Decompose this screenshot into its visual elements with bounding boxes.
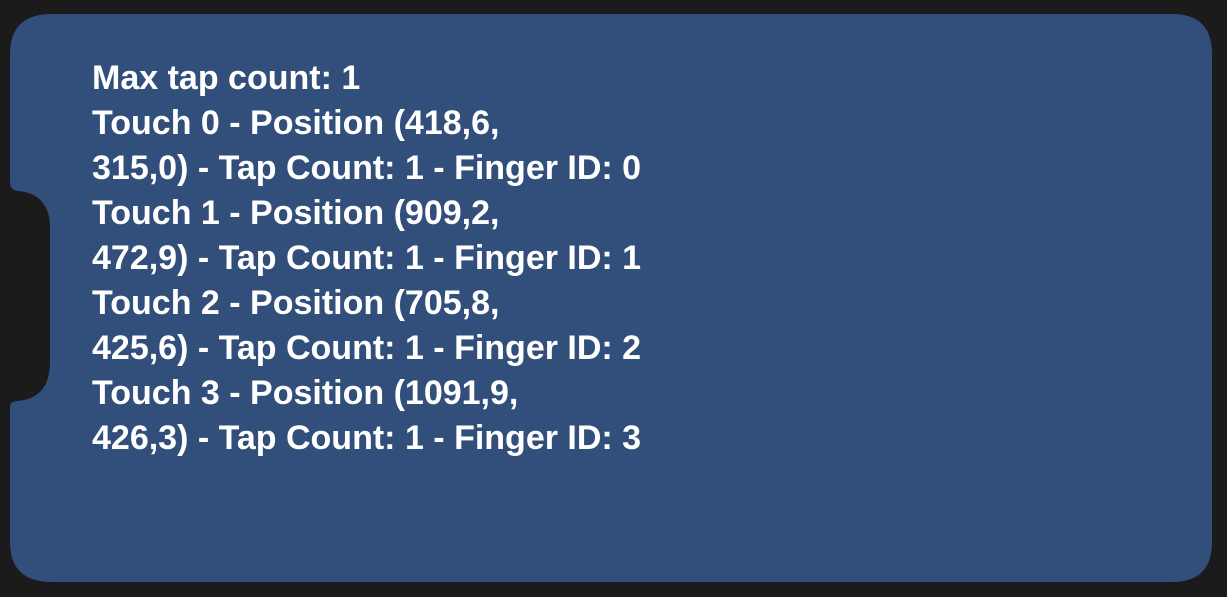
touch-0-position-line: Touch 0 - Position (418,6, [92,104,500,142]
touch-readout: Max tap count: 1 Touch 0 - Position (418… [92,56,641,461]
touch-1-details-line: 472,9) - Tap Count: 1 - Finger ID: 1 [92,239,642,277]
touch-1-position-line: Touch 1 - Position (909,2, [92,194,500,232]
touch-3-position-line: Touch 3 - Position (1091,9, [92,374,519,412]
touch-debug-screen: Max tap count: 1 Touch 0 - Position (418… [0,0,1227,597]
touch-0-details-line: 315,0) - Tap Count: 1 - Finger ID: 0 [92,149,642,187]
touch-3-details-line: 426,3) - Tap Count: 1 - Finger ID: 3 [92,419,642,457]
touch-2-position-line: Touch 2 - Position (705,8, [92,284,500,322]
touch-2-details-line: 425,6) - Tap Count: 1 - Finger ID: 2 [92,329,642,367]
max-tap-count-line: Max tap count: 1 [92,59,361,97]
